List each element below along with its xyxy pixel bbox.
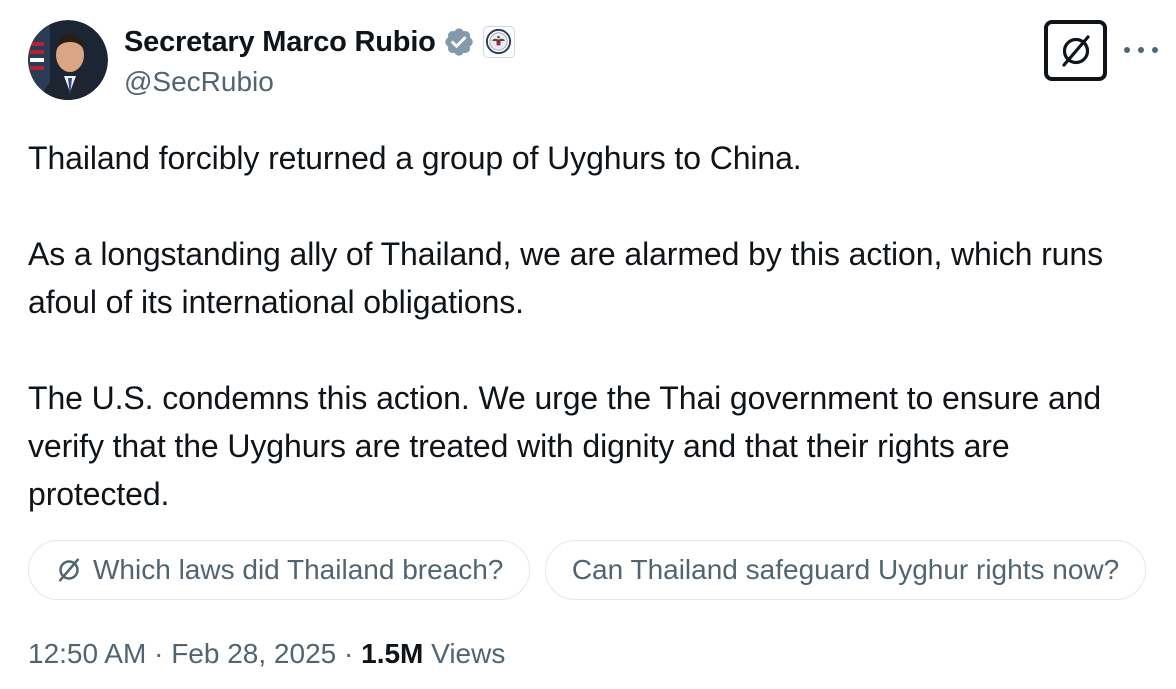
state-department-seal-icon[interactable] <box>482 26 515 58</box>
tweet: Secretary Marco Rubio @SecRubio Thailand… <box>0 0 1176 689</box>
verified-badge-icon[interactable] <box>443 26 475 58</box>
author-name-row: Secretary Marco Rubio <box>124 24 515 60</box>
tweet-time[interactable]: 12:50 AM <box>28 638 146 669</box>
tweet-date[interactable]: Feb 28, 2025 <box>171 638 336 669</box>
more-options-button[interactable] <box>1124 36 1158 64</box>
tweet-paragraph: Thailand forcibly returned a group of Uy… <box>28 140 802 176</box>
author-handle[interactable]: @SecRubio <box>124 66 274 98</box>
tweet-paragraph: As a longstanding ally of Thailand, we a… <box>28 236 1103 320</box>
more-dot-icon <box>1152 47 1158 53</box>
author-name[interactable]: Secretary Marco Rubio <box>124 26 436 59</box>
meta-separator: · <box>344 638 354 669</box>
avatar[interactable] <box>28 20 108 100</box>
meta-separator: · <box>154 638 164 669</box>
suggestion-label: Can Thailand safeguard Uyghur rights now… <box>571 554 1120 585</box>
views-count[interactable]: 1.5M <box>361 638 423 669</box>
avatar-image <box>28 20 108 100</box>
grok-suggestions: Which laws did Thailand breach? Can Thai… <box>28 540 1176 600</box>
grok-button[interactable] <box>1044 20 1107 81</box>
tweet-text: Thailand forcibly returned a group of Uy… <box>28 134 1158 518</box>
views-label: Views <box>431 638 506 669</box>
more-dot-icon <box>1124 47 1130 53</box>
suggestion-label: Which laws did Thailand breach? <box>93 554 504 585</box>
suggestion-chip[interactable]: Which laws did Thailand breach? <box>28 540 531 600</box>
grok-icon <box>55 556 83 584</box>
grok-icon <box>1061 34 1090 67</box>
suggestion-chip[interactable]: Can Thailand safeguard Uyghur rights now… <box>544 540 1147 600</box>
tweet-paragraph: The U.S. condemns this action. We urge t… <box>28 380 1102 512</box>
tweet-meta: 12:50 AM · Feb 28, 2025 · 1.5M Views <box>28 638 505 670</box>
more-dot-icon <box>1138 47 1144 53</box>
